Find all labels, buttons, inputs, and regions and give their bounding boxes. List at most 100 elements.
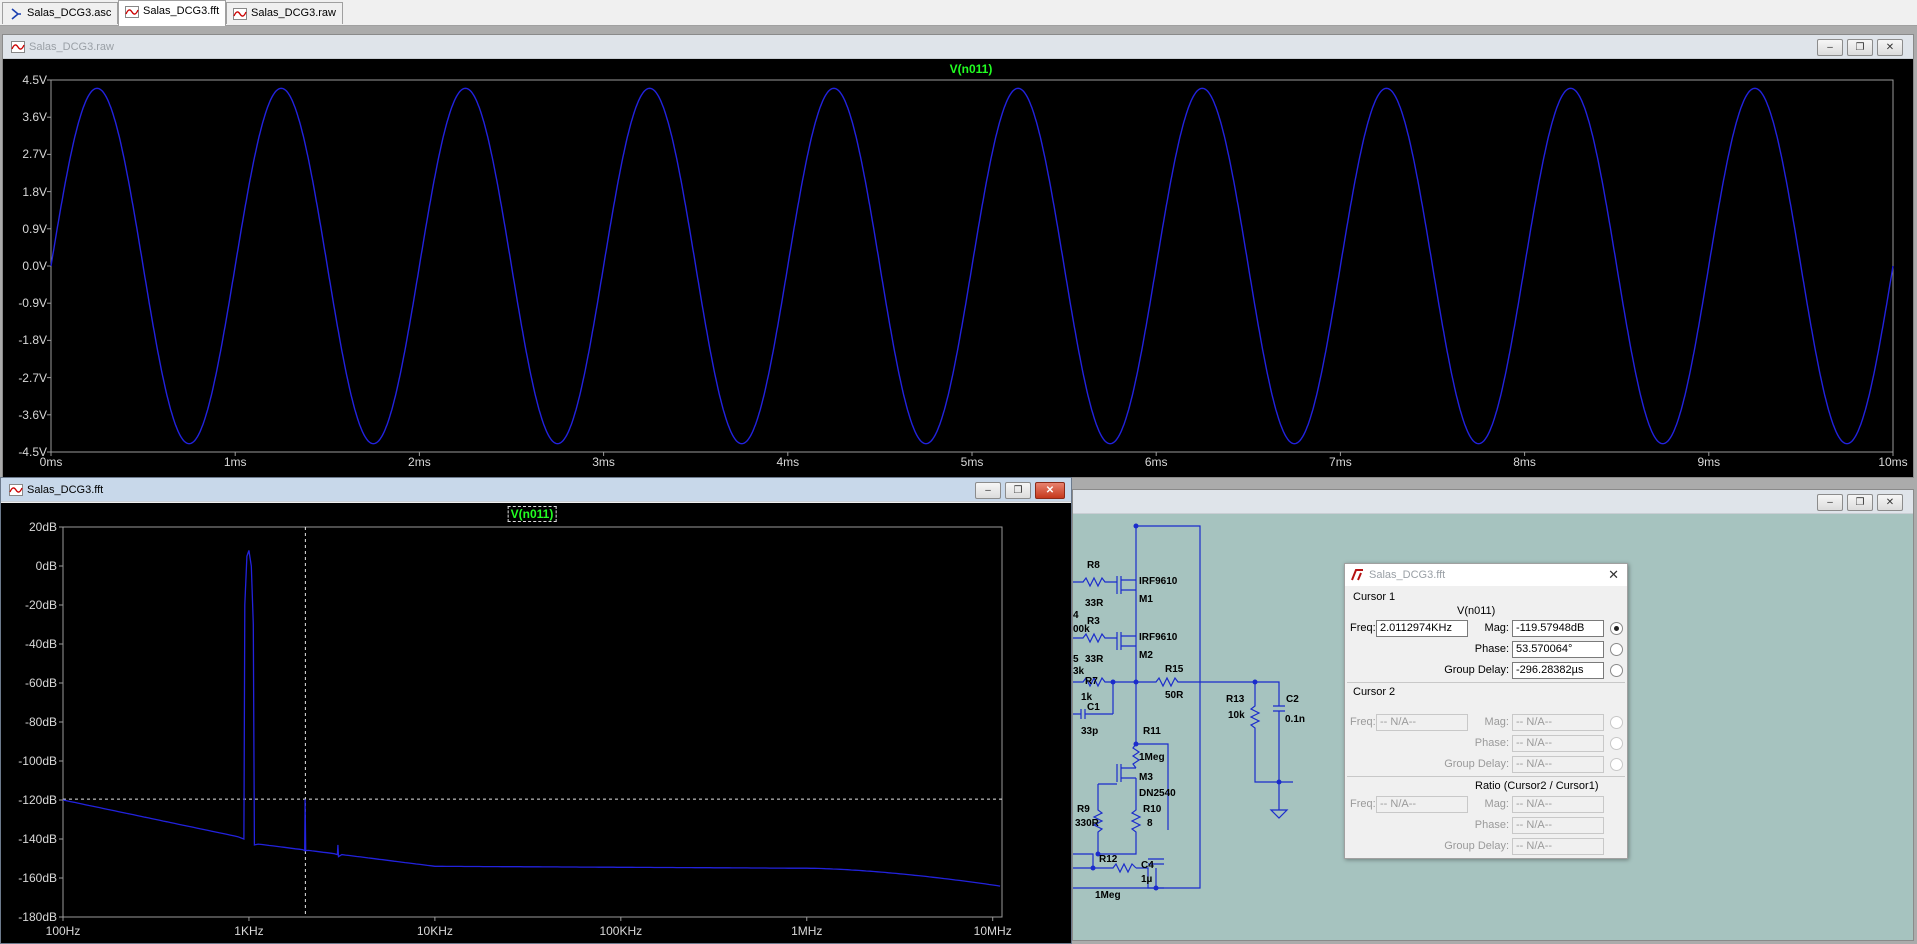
schematic-label[interactable]: 33p <box>1081 726 1098 737</box>
y-tick-label: -2.7V <box>18 370 47 385</box>
divider <box>1347 776 1625 777</box>
ltspice-logo-icon <box>1351 569 1363 581</box>
schematic-label[interactable]: 33R <box>1085 654 1103 665</box>
document-tab-strip: Salas_DCG3.asc Salas_DCG3.fft Salas_DCG3… <box>0 0 1917 26</box>
x-tick-label: 100KHz <box>599 924 643 938</box>
raw-waveform-window[interactable]: Salas_DCG3.raw – ❐ ✕ V(n011) 4.5V 3.6V 2.7… <box>2 34 1914 478</box>
schematic-label[interactable]: 33R <box>1085 598 1103 609</box>
dialog-title-bar[interactable]: Salas_DCG3.fft ✕ <box>1345 564 1627 586</box>
schematic-label[interactable]: C2 <box>1286 694 1299 705</box>
x-tick-label: 10MHz <box>973 924 1012 938</box>
schematic-label[interactable]: IRF9610 <box>1139 632 1177 643</box>
cursor2-phase-field[interactable]: -- N/A-- <box>1512 735 1604 752</box>
schematic-label[interactable]: R13 <box>1226 694 1244 705</box>
schematic-label[interactable]: IRF9610 <box>1139 576 1177 587</box>
cursor2-freq-label: Freq: <box>1350 716 1376 728</box>
fft-window[interactable]: Salas_DCG3.fft – ❐ ✕ V(n011) 20dB 0dB -20d… <box>0 477 1072 944</box>
cursor2-phase-radio[interactable] <box>1610 737 1623 750</box>
tab-salas-dcg3-raw[interactable]: Salas_DCG3.raw <box>226 2 343 24</box>
raw-plot-canvas <box>47 79 1894 456</box>
close-button[interactable]: ✕ <box>1877 39 1903 56</box>
cursor-readout-dialog[interactable]: Salas_DCG3.fft ✕ Cursor 1 V(n011) Freq: … <box>1344 563 1628 859</box>
schematic-label[interactable]: R10 <box>1143 804 1161 815</box>
cursor1-phase-field[interactable]: 53.570064° <box>1512 641 1604 658</box>
schematic-label[interactable]: R7 <box>1085 676 1098 687</box>
ratio-mag-field[interactable]: -- N/A-- <box>1512 796 1604 813</box>
schematic-label[interactable]: R3 <box>1087 616 1100 627</box>
schematic-label[interactable]: R12 <box>1099 854 1117 865</box>
schematic-label[interactable]: 10k <box>1228 710 1245 721</box>
tab-salas-dcg3-asc[interactable]: Salas_DCG3.asc <box>2 2 119 24</box>
schematic-label[interactable]: 8 <box>1147 818 1153 829</box>
window-title-bar[interactable]: Salas_DCG3.fft – ❐ ✕ <box>1 478 1071 502</box>
restore-button[interactable]: ❐ <box>1847 494 1873 511</box>
window-title-bar[interactable]: Salas_DCG3.raw – ❐ ✕ <box>3 35 1913 59</box>
x-tick-label: 4ms <box>776 455 800 469</box>
schematic-label[interactable]: 1Meg <box>1095 890 1121 901</box>
cursor1-freq-field[interactable]: 2.0112974KHz <box>1376 620 1468 637</box>
waveform-icon <box>233 8 247 20</box>
schematic-label[interactable]: 1Meg <box>1139 752 1165 763</box>
schematic-label[interactable]: 1µ <box>1141 874 1152 885</box>
cursor1-mag-field[interactable]: -119.57948dB <box>1512 620 1604 637</box>
x-tick-label: 0ms <box>39 455 63 469</box>
schematic-label[interactable]: M2 <box>1139 650 1153 661</box>
cursor1-group-delay-label: Group Delay: <box>1444 664 1509 676</box>
minimize-button[interactable]: – <box>1817 39 1843 56</box>
cursor1-phase-label: Phase: <box>1474 643 1509 655</box>
minimize-button[interactable]: – <box>975 482 1001 499</box>
fft-plot-area[interactable]: V(n011) 20dB 0dB -20dB -40dB -60dB -80dB -100d… <box>1 503 1071 943</box>
y-tick-label: 2.7V <box>22 147 47 162</box>
schematic-label[interactable]: M3 <box>1139 772 1153 783</box>
schematic-label[interactable]: 5 <box>1073 654 1079 665</box>
schematic-label[interactable]: 0.1n <box>1285 714 1305 725</box>
schematic-label[interactable]: 330R <box>1075 818 1099 829</box>
ratio-group-delay-field[interactable]: -- N/A-- <box>1512 838 1604 855</box>
tab-label: Salas_DCG3.asc <box>27 7 112 19</box>
dialog-title: Salas_DCG3.fft <box>1369 569 1446 581</box>
schematic-label[interactable]: DN2540 <box>1139 788 1176 799</box>
cursor2-freq-field[interactable]: -- N/A-- <box>1376 714 1468 731</box>
x-tick-label: 1ms <box>223 455 247 469</box>
cursor1-group-delay-radio[interactable] <box>1610 664 1623 677</box>
cursor2-mag-field[interactable]: -- N/A-- <box>1512 714 1604 731</box>
trace-v-n011 <box>50 87 1894 445</box>
schematic-label[interactable]: 50R <box>1165 690 1183 701</box>
close-button[interactable]: ✕ <box>1877 494 1903 511</box>
schematic-label[interactable]: C4 <box>1141 860 1154 871</box>
close-icon[interactable]: ✕ <box>1608 567 1619 583</box>
window-title: Salas_DCG3.fft <box>27 484 104 496</box>
restore-button[interactable]: ❐ <box>1847 39 1873 56</box>
schematic-label[interactable]: C1 <box>1087 702 1100 713</box>
schematic-label[interactable]: R11 <box>1143 726 1161 737</box>
y-tick-label: 20dB <box>28 520 57 534</box>
divider <box>1347 682 1625 683</box>
cursor2-group-delay-radio[interactable] <box>1610 758 1623 771</box>
schematic-label[interactable]: R8 <box>1087 560 1100 571</box>
tab-salas-dcg3-fft[interactable]: Salas_DCG3.fft <box>118 0 227 26</box>
cursor1-mag-radio[interactable] <box>1610 622 1623 635</box>
y-tick-label: 0dB <box>35 559 57 573</box>
cursor1-phase-radio[interactable] <box>1610 643 1623 656</box>
schematic-label[interactable]: R15 <box>1165 664 1183 675</box>
cursor1-mag-label: Mag: <box>1484 622 1509 634</box>
cursor2-mag-radio[interactable] <box>1610 716 1623 729</box>
ratio-freq-field[interactable]: -- N/A-- <box>1376 796 1468 813</box>
raw-plot-area[interactable]: V(n011) 4.5V 3.6V 2.7V 1.8V 0.9V 0.0V -0.9V -1.… <box>3 59 1913 477</box>
schematic-label[interactable]: 4 <box>1073 610 1079 621</box>
ratio-phase-field[interactable]: -- N/A-- <box>1512 817 1604 834</box>
x-tick-label: 1MHz <box>791 924 823 938</box>
schematic-label[interactable]: 3k <box>1073 666 1084 677</box>
x-tick-label: 10ms <box>1878 455 1908 469</box>
y-tick-label: -40dB <box>24 637 57 651</box>
close-button[interactable]: ✕ <box>1035 482 1065 499</box>
schematic-label[interactable]: R9 <box>1077 804 1090 815</box>
cursor1-group-delay-field[interactable]: -296.28382µs <box>1512 662 1604 679</box>
x-tick-label: 9ms <box>1697 455 1721 469</box>
restore-button[interactable]: ❐ <box>1005 482 1031 499</box>
cursor2-header: Cursor 2 <box>1353 686 1396 698</box>
minimize-button[interactable]: – <box>1817 494 1843 511</box>
window-title-bar[interactable]: – ❐ ✕ <box>1073 490 1913 514</box>
cursor2-group-delay-field[interactable]: -- N/A-- <box>1512 756 1604 773</box>
schematic-label[interactable]: M1 <box>1139 594 1153 605</box>
